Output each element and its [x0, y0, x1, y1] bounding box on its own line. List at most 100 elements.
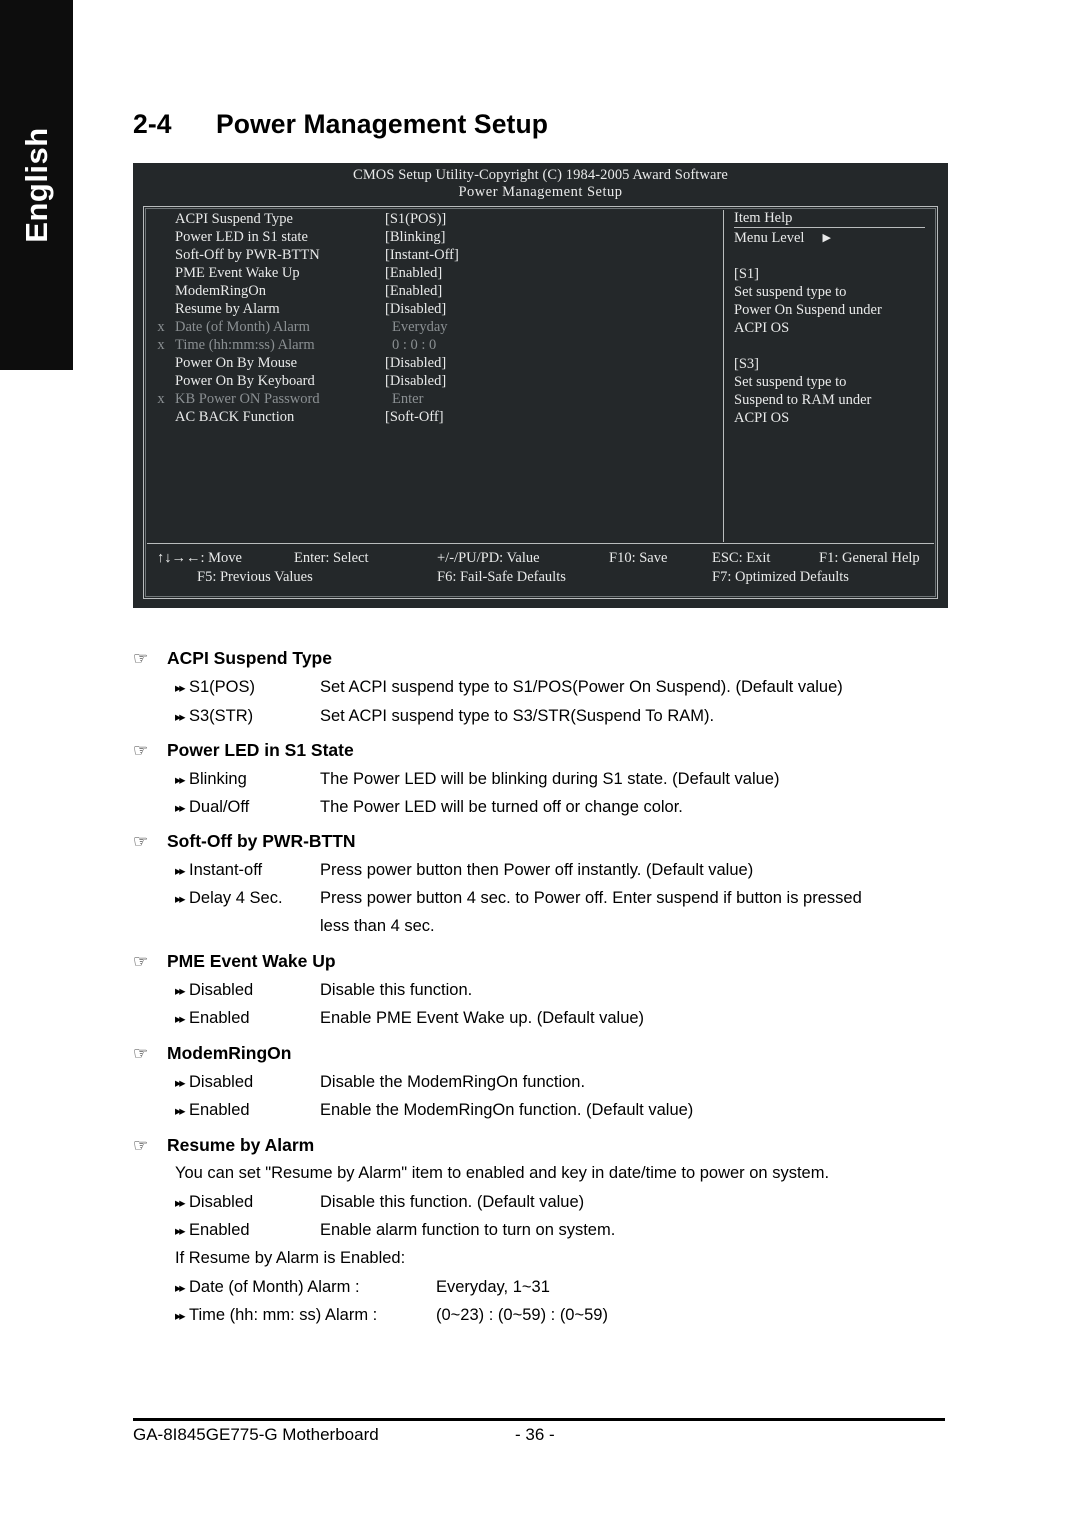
bios-option-row[interactable]: Power On By Keyboard [Disabled]: [147, 372, 723, 390]
bios-option-value[interactable]: [Disabled]: [385, 354, 723, 372]
item-help-line: Suspend to RAM under: [734, 392, 872, 408]
double-arrow-icon: ▸▸: [175, 892, 186, 906]
bios-body: ACPI Suspend Type [S1(POS)] Power LED in S…: [147, 210, 934, 542]
doc-section-title: Soft-Off by PWR-BTTN: [167, 831, 356, 851]
bios-option-label: Power On By Keyboard: [175, 373, 315, 389]
bios-option-value[interactable]: Enter: [385, 390, 723, 408]
bios-option-row[interactable]: AC BACK Function [Soft-Off]: [147, 408, 723, 426]
double-arrow-icon: ▸▸: [175, 1012, 186, 1026]
doc-option-row: ▸▸ Disabled Disable this function.: [175, 981, 472, 1000]
double-arrow-icon: ▸▸: [175, 1196, 186, 1210]
doc-section-title: PME Event Wake Up: [167, 951, 336, 971]
doc-option-description: Everyday, 1~31: [436, 1278, 550, 1296]
bios-key-hint: F7: Optimized Defaults: [712, 569, 849, 585]
footer-product-name: GA-8I845GE775-G Motherboard: [133, 1425, 379, 1444]
bios-key-legend-row-1: ↑↓→←: Move Enter: Select +/-/PU/PD: Value F…: [147, 549, 934, 568]
pointing-hand-icon: ☞: [133, 649, 149, 668]
doc-option-row: ▸▸ Time (hh: mm: ss) Alarm : (0~23) : (0~5…: [175, 1306, 608, 1325]
bios-option-value[interactable]: [Blinking]: [385, 228, 723, 246]
doc-option-name: Delay 4 Sec.: [189, 889, 283, 907]
bios-option-row[interactable]: ACPI Suspend Type [S1(POS)]: [147, 210, 723, 228]
bios-item-help-panel: Item Help Menu Level ▶ [S1] Set suspend t…: [724, 210, 934, 542]
item-help-blocks: [S1] Set suspend type to Power On Suspend …: [734, 247, 934, 427]
bios-option-label: ACPI Suspend Type: [175, 211, 293, 227]
bios-key-hint: F5: Previous Values: [197, 569, 313, 585]
bios-key-legend: ↑↓→←: Move Enter: Select +/-/PU/PD: Value F…: [147, 543, 934, 595]
doc-option-name: Enabled: [189, 1221, 250, 1239]
doc-option-row: ▸▸ Blinking The Power LED will be blinking…: [175, 770, 779, 789]
bios-option-value[interactable]: [S1(POS)]: [385, 210, 723, 228]
double-arrow-icon: ▸▸: [175, 1309, 186, 1323]
doc-option-name: Enabled: [189, 1101, 250, 1119]
pointing-hand-icon: ☞: [133, 1136, 149, 1155]
bios-option-row[interactable]: Power LED in S1 state [Blinking]: [147, 228, 723, 246]
page-title: 2-4 Power Management Setup: [133, 109, 548, 140]
bios-option-row[interactable]: ModemRingOn [Enabled]: [147, 282, 723, 300]
bios-option-value[interactable]: [Enabled]: [385, 282, 723, 300]
item-help-line: [S3]: [734, 356, 759, 372]
bios-screenshot: CMOS Setup Utility-Copyright (C) 1984-20…: [133, 163, 948, 608]
bios-title-block: CMOS Setup Utility-Copyright (C) 1984-20…: [133, 163, 948, 202]
section-number: 2-4: [133, 109, 172, 139]
bios-frame: ACPI Suspend Type [S1(POS)] Power LED in S…: [143, 206, 938, 599]
bios-option-row[interactable]: Soft-Off by PWR-BTTN [Instant-Off]: [147, 246, 723, 264]
bios-option-disabled-marker: x: [157, 319, 165, 335]
bios-option-value[interactable]: 0 : 0 : 0: [385, 336, 723, 354]
pointing-hand-icon: ☞: [133, 952, 149, 971]
pointing-hand-icon: ☞: [133, 832, 149, 851]
bios-option-list: ACPI Suspend Type [S1(POS)] Power LED in S…: [147, 210, 724, 542]
bios-key-hint: ↑↓→←: Move: [157, 550, 242, 566]
doc-option-description: Set ACPI suspend type to S3/STR(Suspend …: [320, 707, 715, 725]
menu-level-row: Menu Level ▶: [734, 229, 934, 247]
doc-option-row: ▸▸ Disabled Disable this function. (Defaul…: [175, 1193, 584, 1212]
language-tab-label: English: [18, 127, 54, 243]
bios-option-row[interactable]: x Date (of Month) Alarm Everyday: [147, 318, 723, 336]
doc-option-row: ▸▸ Instant-off Press power button then Pow…: [175, 861, 753, 880]
bios-option-label: Date (of Month) Alarm: [175, 319, 310, 335]
bios-option-row[interactable]: Resume by Alarm [Disabled]: [147, 300, 723, 318]
bios-screen-name: Power Management Setup: [458, 184, 623, 201]
doc-option-description: Enable PME Event Wake up. (Default value…: [320, 1009, 645, 1027]
double-arrow-icon: ▸▸: [175, 1224, 186, 1238]
doc-section-heading-resume-by-alarm: ☞ Resume by Alarm: [133, 1135, 314, 1156]
bios-option-row[interactable]: x KB Power ON Password Enter: [147, 390, 723, 408]
bios-copyright-line: CMOS Setup Utility-Copyright (C) 1984-20…: [353, 167, 728, 183]
doc-option-row: ▸▸ S3(STR) Set ACPI suspend type to S3/STR…: [175, 707, 714, 726]
bios-option-label: KB Power ON Password: [175, 391, 320, 407]
bios-option-value[interactable]: [Disabled]: [385, 372, 723, 390]
bios-key-hint: F6: Fail-Safe Defaults: [437, 569, 566, 585]
doc-option-description: Set ACPI suspend type to S1/POS(Power On…: [320, 678, 843, 696]
doc-option-description: Enable alarm function to turn on system.: [320, 1221, 616, 1239]
bios-key-hint: F1: General Help: [819, 550, 920, 566]
bios-key-legend-row-2: F5: Previous Values F6: Fail-Safe Default…: [147, 568, 934, 587]
item-help-line: Set suspend type to: [734, 284, 847, 300]
double-arrow-icon: ▸▸: [175, 710, 186, 724]
doc-option-row: ▸▸ Enabled Enable PME Event Wake up. (Defa…: [175, 1009, 644, 1028]
double-arrow-icon: ▸▸: [175, 864, 186, 878]
bios-option-row[interactable]: Power On By Mouse [Disabled]: [147, 354, 723, 372]
doc-option-row: ▸▸ Delay 4 Sec. Press power button 4 sec. …: [175, 889, 862, 908]
bios-option-row[interactable]: x Time (hh:mm:ss) Alarm 0 : 0 : 0: [147, 336, 723, 354]
bios-option-disabled-marker: x: [157, 337, 165, 353]
doc-option-row: ▸▸ Enabled Enable the ModemRingOn function…: [175, 1101, 693, 1120]
bios-option-value[interactable]: [Soft-Off]: [385, 408, 723, 426]
bios-option-value[interactable]: Everyday: [385, 318, 723, 336]
item-help-line: ACPI OS: [734, 410, 790, 426]
footer-page-number: - 36 -: [515, 1425, 555, 1444]
bios-option-value[interactable]: [Disabled]: [385, 300, 723, 318]
doc-option-description: Disable this function. (Default value): [320, 1193, 585, 1211]
item-help-line: [S1]: [734, 266, 759, 282]
bios-option-value[interactable]: [Instant-Off]: [385, 246, 723, 264]
doc-option-name: Disabled: [189, 1193, 254, 1211]
doc-option-description: Press power button then Power off instan…: [320, 861, 754, 879]
doc-option-description: The Power LED will be blinking during S1…: [320, 770, 780, 788]
item-help-line: Power On Suspend under: [734, 302, 882, 318]
bios-option-value[interactable]: [Enabled]: [385, 264, 723, 282]
item-help-line: ACPI OS: [734, 320, 790, 336]
doc-section-heading-acpi-suspend-type: ☞ ACPI Suspend Type: [133, 648, 332, 669]
double-arrow-icon: ▸▸: [175, 1076, 186, 1090]
doc-section-heading-modemringon: ☞ ModemRingOn: [133, 1043, 291, 1064]
doc-paragraph: If Resume by Alarm is Enabled:: [175, 1249, 406, 1267]
double-arrow-icon: ▸▸: [175, 1281, 186, 1295]
bios-option-row[interactable]: PME Event Wake Up [Enabled]: [147, 264, 723, 282]
